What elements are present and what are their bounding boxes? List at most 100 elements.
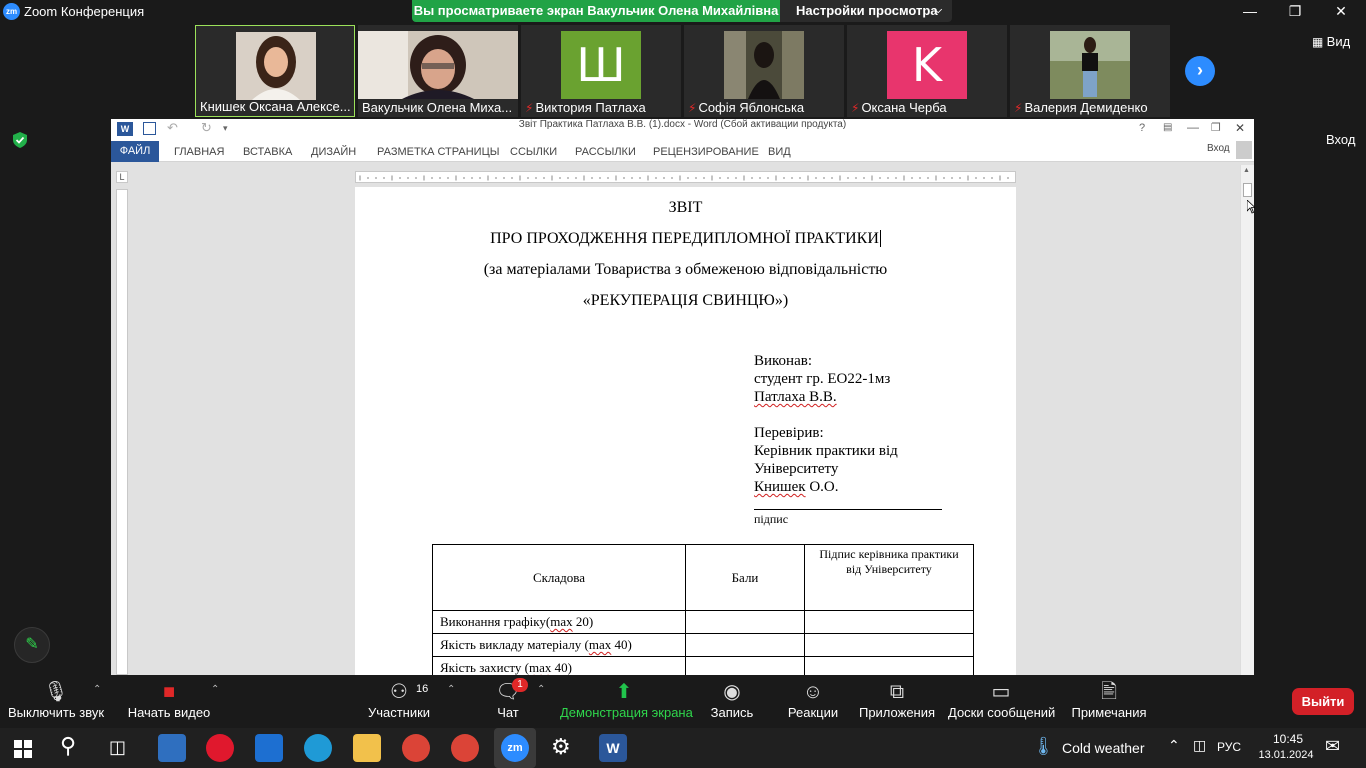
- restore-icon[interactable]: ❐: [1285, 2, 1305, 20]
- zoom-taskbar-icon[interactable]: zm: [494, 728, 536, 768]
- table-row: Якість викладу матеріалу (max 40): [432, 633, 974, 657]
- participant-photo: [358, 31, 518, 99]
- quick-access-menu-icon[interactable]: ▾: [223, 123, 228, 134]
- record-button[interactable]: ◉ Запись: [708, 675, 756, 728]
- share-screen-button[interactable]: ⬆ Демонстрация экрана: [560, 675, 693, 728]
- participants-label: Участники: [367, 705, 431, 720]
- tab-mailings[interactable]: РАССЫЛКИ: [575, 144, 636, 162]
- tab-references[interactable]: ССЫЛКИ: [510, 144, 557, 162]
- participant-tile[interactable]: Ш ⚡ Виктория Патлаха: [521, 25, 681, 117]
- scrollbar-thumb[interactable]: [1243, 183, 1252, 197]
- doc-heading-company-name: «РЕКУПЕРАЦІЯ СВИНЦЮ»): [582, 292, 789, 309]
- apps-button[interactable]: ⧉ Приложения: [858, 675, 936, 728]
- word-close-icon[interactable]: ✕: [1235, 121, 1245, 135]
- table-cell[interactable]: [685, 633, 805, 657]
- chat-options-caret-icon[interactable]: ⌃: [537, 684, 545, 695]
- tab-design[interactable]: ДИЗАЙН: [311, 144, 356, 162]
- participants-options-caret-icon[interactable]: ⌃: [447, 684, 455, 695]
- close-icon[interactable]: ✕: [1331, 2, 1351, 20]
- user-avatar-icon[interactable]: [1236, 141, 1252, 159]
- save-icon[interactable]: [143, 122, 156, 135]
- audio-options-caret-icon[interactable]: ⌃: [93, 684, 101, 695]
- table-cell[interactable]: [804, 656, 974, 675]
- network-icon[interactable]: ◫: [1193, 737, 1206, 754]
- word-taskbar-icon[interactable]: W: [599, 734, 627, 762]
- table-header-cell: Бали: [685, 544, 805, 611]
- task-view-icon[interactable]: ◫: [109, 737, 126, 758]
- table-header-cell: Підпис керівника практики від Університе…: [804, 544, 974, 611]
- word-minimize-icon[interactable]: —: [1187, 120, 1199, 134]
- redo-icon[interactable]: ↻: [201, 120, 212, 136]
- table-header-cell: Складова: [432, 544, 686, 611]
- tab-page-layout[interactable]: РАЗМЕТКА СТРАНИЦЫ: [377, 144, 499, 162]
- apps-label: Приложения: [858, 705, 936, 720]
- supervisor-surname: Книшек: [754, 479, 806, 495]
- participant-tile[interactable]: Вакульчик Олена Миха...: [358, 25, 518, 117]
- clock-time[interactable]: 10:45: [1266, 732, 1310, 746]
- participant-tile[interactable]: ⚡ Софія Яблонська: [684, 25, 844, 117]
- participant-name: Виктория Патлаха: [535, 100, 646, 115]
- whiteboards-label: Доски сообщений: [948, 705, 1056, 720]
- vertical-ruler[interactable]: [116, 189, 128, 675]
- help-icon[interactable]: ?: [1139, 122, 1145, 134]
- notes-button[interactable]: 🖹 Примечания: [1070, 675, 1148, 728]
- participant-photo: [1050, 31, 1130, 99]
- view-settings-label: Настройки просмотра: [796, 3, 938, 18]
- settings-gear-icon[interactable]: ⚙: [551, 734, 571, 760]
- security-shield-icon[interactable]: [11, 131, 29, 149]
- tab-insert[interactable]: ВСТАВКА: [243, 144, 292, 162]
- input-language[interactable]: РУС: [1217, 740, 1241, 754]
- horizontal-ruler[interactable]: [355, 171, 1016, 183]
- signin-label[interactable]: Вход: [1326, 132, 1355, 147]
- tab-stop-selector[interactable]: L: [116, 171, 128, 183]
- file-explorer-icon[interactable]: [353, 734, 381, 762]
- word-signin-link[interactable]: Вход: [1207, 143, 1230, 154]
- video-options-caret-icon[interactable]: ⌃: [211, 684, 219, 695]
- tab-review[interactable]: РЕЦЕНЗИРОВАНИЕ: [653, 144, 759, 162]
- tray-overflow-chevron-icon[interactable]: ⌃: [1168, 737, 1180, 754]
- document-page[interactable]: ЗВІТ ПРО ПРОХОДЖЕННЯ ПЕРЕДИПЛОМНОЇ ПРАКТ…: [355, 187, 1016, 675]
- whiteboards-button[interactable]: ▭ Доски сообщений: [948, 675, 1056, 728]
- search-icon[interactable]: ⚲: [60, 733, 76, 759]
- edge-icon[interactable]: [304, 734, 332, 762]
- windows-start-icon[interactable]: [14, 740, 32, 758]
- tab-view[interactable]: ВИД: [768, 144, 791, 162]
- participant-photo: [724, 31, 804, 99]
- opera-icon[interactable]: [206, 734, 234, 762]
- notifications-icon[interactable]: ✉: [1325, 736, 1340, 757]
- word-logo-icon: W: [117, 122, 133, 136]
- view-settings-button[interactable]: Настройки просмотра ⌵: [780, 0, 952, 22]
- ribbon-display-icon[interactable]: ▤: [1163, 122, 1172, 133]
- leave-meeting-button[interactable]: Выйти: [1292, 688, 1354, 715]
- video-button[interactable]: ■ Начать видео: [126, 675, 212, 728]
- annotate-pencil-icon[interactable]: ✎: [14, 627, 50, 663]
- tab-file[interactable]: ФАЙЛ: [111, 141, 159, 162]
- clock-date[interactable]: 13.01.2024: [1256, 749, 1316, 761]
- word-restore-icon[interactable]: ❐: [1211, 121, 1221, 134]
- mail-icon[interactable]: [255, 734, 283, 762]
- view-button[interactable]: ▦ Вид: [1312, 34, 1350, 49]
- table-cell[interactable]: [685, 656, 805, 675]
- table-cell[interactable]: [804, 610, 974, 634]
- chrome-profile-icon[interactable]: [451, 734, 479, 762]
- undo-icon[interactable]: ↶: [167, 120, 178, 136]
- participant-tile[interactable]: Книшек Оксана Алексе...: [195, 25, 355, 117]
- scroll-up-icon[interactable]: ▲: [1243, 167, 1250, 174]
- participant-tile[interactable]: K ⚡ Оксана Черба: [847, 25, 1007, 117]
- weather-label[interactable]: Cold weather: [1062, 740, 1145, 756]
- notes-icon: 🖹: [1100, 681, 1118, 703]
- participant-tile[interactable]: ⚡ Валерия Демиденко: [1010, 25, 1170, 117]
- tab-home[interactable]: ГЛАВНАЯ: [174, 144, 224, 162]
- mute-button[interactable]: 🎙 Выключить звук: [8, 675, 104, 728]
- minimize-icon[interactable]: —: [1240, 2, 1260, 20]
- table-cell[interactable]: [804, 633, 974, 657]
- app-icon[interactable]: [158, 734, 186, 762]
- vertical-scrollbar[interactable]: ▲: [1240, 165, 1254, 675]
- chrome-icon[interactable]: [402, 734, 430, 762]
- row-max: max: [550, 614, 573, 629]
- reactions-button[interactable]: ☺ Реакции: [786, 675, 840, 728]
- ruler-ticks: [359, 175, 1009, 181]
- next-page-arrow-icon[interactable]: ›: [1185, 56, 1215, 86]
- table-cell[interactable]: [685, 610, 805, 634]
- mute-label: Выключить звук: [8, 705, 105, 720]
